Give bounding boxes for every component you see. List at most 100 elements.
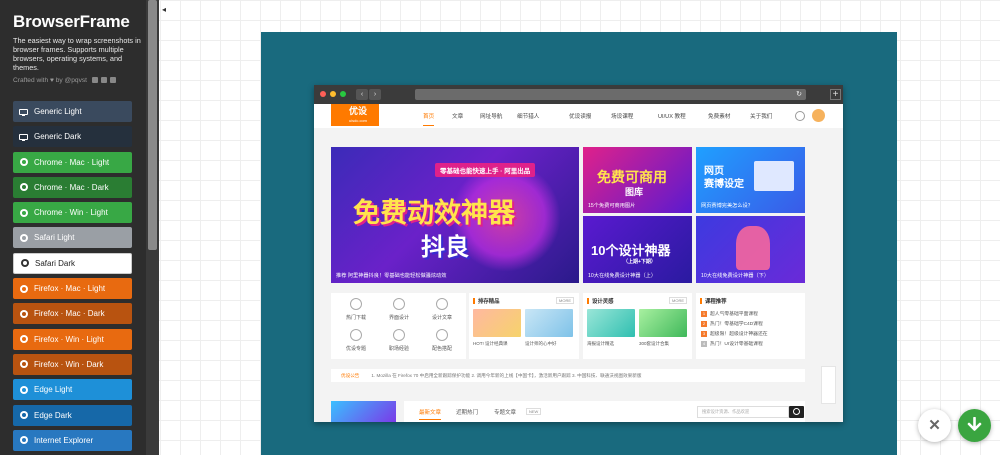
menu-item-label: Firefox · Mac · Light (34, 284, 106, 294)
site-search-icon (795, 111, 805, 121)
site-nav-item: 文章 (452, 114, 464, 120)
collapse-sidebar-icon[interactable]: ◂ (162, 5, 166, 14)
banner-small: 零基础也能快速上手 · 阿里出品 (435, 163, 536, 177)
firefox-icon (19, 335, 28, 344)
edge-icon (19, 411, 28, 420)
crafted-text: Crafted with ♥ by @pqvst (13, 77, 88, 84)
course-item: 1 超人气零基础平面课程 (701, 311, 758, 317)
app-title: BrowserFrame (13, 12, 130, 31)
menu-item-edge-light[interactable]: Edge Light (13, 379, 132, 401)
menu-item-label: Safari Dark (35, 258, 76, 268)
section-featured: 排存精品 MORE HOT! 设计经典课 设计师的心中好 (469, 293, 579, 359)
site-logo: 优设 uisdc.com (331, 104, 379, 126)
close-dot-icon (320, 91, 326, 97)
menu-item-firefox-win-dark[interactable]: Firefox · Win · Dark (13, 353, 132, 375)
safari-icon (19, 233, 28, 242)
menu-item-label: Edge Light (34, 385, 73, 395)
edge-icon (19, 385, 28, 394)
menu-item-internet-explorer[interactable]: Internet Explorer (13, 429, 132, 451)
menu-item-firefox-mac-dark[interactable]: Firefox · Mac · Dark (13, 303, 132, 325)
menu-item-generic-light[interactable]: Generic Light (13, 101, 132, 122)
site-nav-item: 优设读报 (569, 114, 592, 120)
main-banner: 零基础也能快速上手 · 阿里出品 免费动效神器 抖良 推荐 阿里神器抖良！零基础… (331, 147, 579, 283)
menu-item-label: Generic Dark (34, 132, 82, 142)
menu-item-chrome-win-light[interactable]: Chrome · Win · Light (13, 202, 132, 224)
banner-2: 网页 赛博设定 网页赛博完美怎么设？ (696, 147, 805, 213)
menu-item-label: Safari Light (34, 233, 75, 243)
download-icon (967, 417, 982, 431)
site-nav-item: 免费素材 (708, 114, 731, 120)
github-icon[interactable] (100, 77, 107, 84)
quick-link: 职场经验 (378, 324, 420, 352)
minimize-dot-icon (330, 91, 336, 97)
sidebar-scrollbar-thumb[interactable] (148, 0, 157, 250)
maximize-dot-icon (340, 91, 346, 97)
twitter-icon[interactable] (91, 77, 98, 84)
site-nav-item: UI/UX 教程 (658, 114, 686, 120)
menu-item-chrome-mac-dark[interactable]: Chrome · Mac · Dark (13, 176, 132, 198)
forward-icon: › (369, 89, 381, 100)
ie-icon (19, 436, 28, 445)
site-nav-item: 首页 (423, 112, 435, 126)
article-tabs-row: 最新文章 近期热门 专题文章 NEW 搜索设计资源、作品欢迎 (404, 401, 805, 422)
banner-caption: 推荐 阿里神器抖良！零基础也能轻松做骚炫动效 (336, 273, 447, 279)
safari-icon (20, 259, 29, 268)
section-inspiration: 设计灵感 MORE 海报设计精选 300套设计合集 (583, 293, 692, 359)
url-bar: ↻ (415, 89, 806, 100)
menu-item-label: Chrome · Win · Light (34, 208, 108, 218)
chrome-icon (19, 158, 28, 167)
menu-item-label: Chrome · Mac · Dark (34, 182, 109, 192)
menu-item-safari-light[interactable]: Safari Light (13, 227, 132, 249)
screenshot-content: 优设 uisdc.com 首页 文章 网址导航 细节猎人 优设读报 场设课程 UI/UX 教程… (314, 104, 843, 422)
quick-link: 热门下载 (335, 293, 377, 321)
site-nav-item: 关于我们 (750, 114, 773, 120)
course-item: 3 超极限！超级设计神器还在 (701, 331, 768, 337)
menu-item-edge-dark[interactable]: Edge Dark (13, 404, 132, 426)
chrome-icon (19, 208, 28, 217)
side-tools (821, 366, 836, 404)
site-nav-item: 网址导航 (480, 114, 503, 120)
crafted-by: Crafted with ♥ by @pqvst (13, 77, 116, 84)
site-nav-item: 场设课程 (611, 114, 634, 120)
menu-item-firefox-mac-light[interactable]: Firefox · Mac · Light (13, 278, 132, 300)
bottom-thumb (331, 401, 396, 422)
banner-headline-2: 抖良 (421, 234, 469, 261)
menu-item-label: Firefox · Win · Dark (34, 359, 104, 369)
product-hunt-icon[interactable] (109, 77, 116, 84)
quick-link: 优设专题 (335, 324, 377, 352)
frame-menu: Generic Light Generic Dark Chrome · Mac · … (13, 101, 132, 455)
monitor-icon (19, 107, 28, 116)
menu-item-firefox-win-light[interactable]: Firefox · Win · Light (13, 328, 132, 350)
download-button[interactable] (958, 409, 991, 442)
menu-item-label: Firefox · Win · Light (34, 334, 104, 344)
firefox-icon (19, 309, 28, 318)
site-search-field: 搜索设计资源、作品欢迎 (697, 406, 789, 418)
sidebar: BrowserFrame The easiest way to wrap scr… (0, 0, 146, 455)
banner-3: 10个设计神器 （上期+下期） 10大在线免费设计神器（上） (583, 216, 692, 283)
new-tab-icon: + (830, 89, 841, 100)
menu-item-chrome-mac-light[interactable]: Chrome · Mac · Light (13, 151, 132, 173)
quick-links: 热门下载 界面设计 设计文章 优设专题 职场经验 配色搭配 (331, 293, 466, 359)
menu-item-generic-dark[interactable]: Generic Dark (13, 126, 132, 148)
app-tagline: The easiest way to wrap screenshots in b… (13, 36, 141, 72)
banner-4: 10大在线免费设计神器（下） (696, 216, 805, 283)
firefox-icon (19, 284, 28, 293)
menu-item-label: Generic Light (34, 107, 82, 116)
site-nav-item: 细节猎人 (517, 114, 540, 120)
back-icon: ‹ (356, 89, 368, 100)
menu-item-safari-dark[interactable]: Safari Dark (13, 252, 132, 274)
menu-item-label: Internet Explorer (34, 435, 94, 445)
close-button[interactable]: ✕ (918, 409, 951, 442)
site-header: 优设 uisdc.com 首页 文章 网址导航 细节猎人 优设读报 场设课程 UI/UX 教程… (314, 104, 843, 128)
site-search-button (789, 406, 804, 418)
notice-bar: 优设公告 1. Mozilla 在 Firefox 70 中启用全新跟踪保护功能 … (331, 369, 805, 382)
browser-toolbar: ‹ › ↻ + (314, 85, 843, 104)
section-courses: 课程推荐 1 超人气零基础平面课程 2 热门！零基础学C4D课程 3 超极限！超级设计神器… (696, 293, 805, 359)
firefox-icon (19, 360, 28, 369)
site-avatar (812, 109, 825, 122)
course-item: 2 热门！零基础学C4D课程 (701, 321, 763, 327)
menu-item-label: Chrome · Mac · Light (34, 157, 110, 167)
reload-icon: ↻ (796, 91, 802, 98)
quick-link: 配色搭配 (421, 324, 463, 352)
browser-frame: ‹ › ↻ + 优设 uisdc.com 首页 文章 网址导航 细节猎人 优设读报 场设课程… (314, 85, 843, 422)
